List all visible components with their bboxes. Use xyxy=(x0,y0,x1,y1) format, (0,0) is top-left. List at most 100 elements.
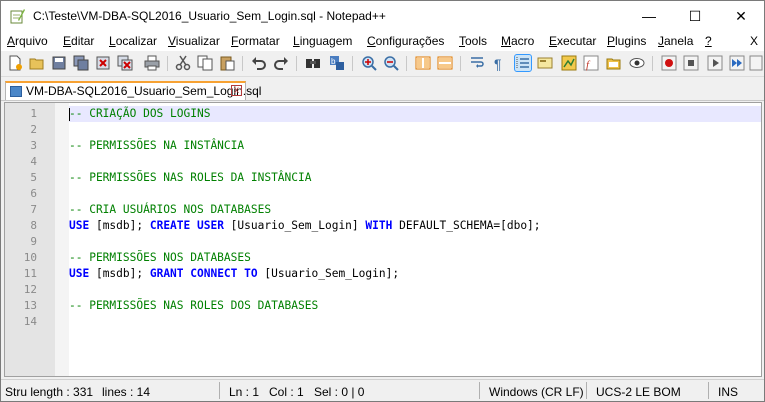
minimize-button[interactable]: — xyxy=(626,1,672,31)
menu-visualizar[interactable]: Visualizar xyxy=(168,34,220,48)
line-number: 11 xyxy=(23,267,37,280)
line-code[interactable]: -- PERMISSÕES NA INSTÂNCIA xyxy=(69,138,761,154)
sql-comment: -- PERMISSÕES NOS DATABASES xyxy=(69,251,251,264)
menu-configuracoes[interactable]: Configurações xyxy=(367,34,444,48)
line-code[interactable]: -- CRIA USUÁRIOS NOS DATABASES xyxy=(69,202,761,218)
status-eol[interactable]: Windows (CR LF) xyxy=(489,385,584,399)
editor-area[interactable]: 1 -- CRIAÇÃO DOS LOGINS 2 3 -- PERMISSÕES NA… xyxy=(4,102,762,377)
close-document-button[interactable]: X xyxy=(750,34,758,48)
menu-editar[interactable]: Editar xyxy=(63,34,94,48)
menu-help[interactable]: ? xyxy=(705,34,712,48)
tab-label: VM-DBA-SQL2016_Usuario_Sem_Login.sql xyxy=(26,84,262,98)
menu-localizar[interactable]: Localizar xyxy=(109,34,157,48)
save-all-icon[interactable] xyxy=(73,55,89,71)
code-line[interactable]: 8 USE [msdb]; CREATE USER [Usuario_Sem_Lo… xyxy=(5,218,761,234)
window-title: C:\Teste\VM-DBA-SQL2016_Usuario_Sem_Logi… xyxy=(33,9,386,23)
document-tab[interactable]: VM-DBA-SQL2016_Usuario_Sem_Login.sql x xyxy=(5,81,261,100)
code-line[interactable]: 6 xyxy=(5,186,761,202)
open-file-icon[interactable] xyxy=(29,55,45,71)
line-code[interactable]: USE [msdb]; GRANT CONNECT TO [Usuario_Se… xyxy=(69,266,761,282)
code-line[interactable]: 5 -- PERMISSÕES NAS ROLES DA INSTÂNCIA xyxy=(5,170,761,186)
code-line[interactable]: 11 USE [msdb]; GRANT CONNECT TO [Usuario_… xyxy=(5,266,761,282)
menu-formatar[interactable]: Formatar xyxy=(231,34,280,48)
run-macro-multiple-icon[interactable] xyxy=(729,55,745,71)
user-language-icon[interactable] xyxy=(537,55,553,71)
save-macro-icon[interactable] xyxy=(749,55,763,71)
close-window-button[interactable]: ✕ xyxy=(718,1,764,31)
code-line[interactable]: 4 xyxy=(5,154,761,170)
line-code[interactable]: -- CRIAÇÃO DOS LOGINS xyxy=(69,106,761,122)
menu-linguagem[interactable]: Linguagem xyxy=(293,34,352,48)
status-encoding[interactable]: UCS-2 LE BOM xyxy=(596,385,681,399)
line-code[interactable]: -- PERMISSÕES NOS DATABASES xyxy=(69,250,761,266)
close-icon[interactable] xyxy=(95,55,111,71)
line-code[interactable]: -- PERMISSÕES NAS ROLES DOS DATABASES xyxy=(69,298,761,314)
line-code[interactable] xyxy=(69,282,761,298)
toolbar-separator xyxy=(296,56,297,71)
print-icon[interactable] xyxy=(144,55,160,71)
menu-janela[interactable]: Janela xyxy=(658,34,693,48)
code-line[interactable]: 1 -- CRIAÇÃO DOS LOGINS xyxy=(5,106,761,122)
doc-map-icon[interactable] xyxy=(561,55,577,71)
monitoring-icon[interactable] xyxy=(629,55,645,71)
redo-icon[interactable] xyxy=(273,55,289,71)
sync-vertical-icon[interactable] xyxy=(415,55,431,71)
code-line[interactable]: 14 xyxy=(5,314,761,330)
sql-text: DEFAULT_SCHEMA=[dbo]; xyxy=(392,219,541,232)
record-macro-icon[interactable] xyxy=(661,55,677,71)
line-code[interactable] xyxy=(69,154,761,170)
line-code[interactable] xyxy=(69,314,761,330)
code-line[interactable]: 7 -- CRIA USUÁRIOS NOS DATABASES xyxy=(5,202,761,218)
cut-icon[interactable] xyxy=(175,55,191,71)
indent-guide-icon[interactable] xyxy=(514,54,532,72)
function-list-icon[interactable]: f xyxy=(583,55,599,71)
copy-icon[interactable] xyxy=(197,55,213,71)
sync-horizontal-icon[interactable] xyxy=(437,55,453,71)
code-line[interactable]: 3 -- PERMISSÕES NA INSTÂNCIA xyxy=(5,138,761,154)
code-line[interactable]: 9 xyxy=(5,234,761,250)
minimize-icon: — xyxy=(642,8,656,24)
menu-macro[interactable]: Macro xyxy=(501,34,534,48)
undo-icon[interactable] xyxy=(251,55,267,71)
code-line[interactable]: 2 xyxy=(5,122,761,138)
menu-arquivo[interactable]: Arquivo xyxy=(7,34,48,48)
play-macro-icon[interactable] xyxy=(707,55,723,71)
find-icon[interactable] xyxy=(305,55,321,71)
line-code[interactable] xyxy=(69,122,761,138)
new-file-icon[interactable] xyxy=(7,55,23,71)
line-code[interactable]: USE [msdb]; CREATE USER [Usuario_Sem_Log… xyxy=(69,218,761,234)
status-lines: lines : 14 xyxy=(102,385,151,399)
sql-keyword: USE xyxy=(69,267,90,280)
toolbar-separator xyxy=(167,56,168,71)
save-icon[interactable] xyxy=(51,55,67,71)
title-bar[interactable]: C:\Teste\VM-DBA-SQL2016_Usuario_Sem_Logi… xyxy=(1,1,764,31)
status-col: Col : 1 xyxy=(269,385,304,399)
folder-as-workspace-icon[interactable] xyxy=(606,55,622,71)
line-code[interactable] xyxy=(69,234,761,250)
zoom-in-icon[interactable] xyxy=(361,55,377,71)
code-lines[interactable]: 1 -- CRIAÇÃO DOS LOGINS 2 3 -- PERMISSÕES NA… xyxy=(5,106,761,330)
status-separator xyxy=(586,382,587,399)
line-number: 14 xyxy=(23,315,37,328)
menu-executar[interactable]: Executar xyxy=(549,34,596,48)
menu-bar: Arquivo Editar Localizar Visualizar Form… xyxy=(1,31,764,51)
show-all-chars-icon[interactable]: ¶ xyxy=(491,55,507,71)
line-number: 13 xyxy=(23,299,37,312)
line-code[interactable]: -- PERMISSÕES NAS ROLES DA INSTÂNCIA xyxy=(69,170,761,186)
stop-record-icon[interactable] xyxy=(683,55,699,71)
notepadpp-app-icon xyxy=(10,9,25,24)
code-line[interactable]: 10 -- PERMISSÕES NOS DATABASES xyxy=(5,250,761,266)
zoom-out-icon[interactable] xyxy=(383,55,399,71)
code-line[interactable]: 12 xyxy=(5,282,761,298)
paste-icon[interactable] xyxy=(219,55,235,71)
status-sel: Sel : 0 | 0 xyxy=(314,385,365,399)
replace-icon[interactable]: b xyxy=(329,55,345,71)
close-all-icon[interactable] xyxy=(117,55,133,71)
maximize-button[interactable]: ☐ xyxy=(672,1,718,31)
tab-close-icon[interactable]: x xyxy=(231,85,242,96)
menu-plugins[interactable]: Plugins xyxy=(607,34,646,48)
code-line[interactable]: 13 -- PERMISSÕES NAS ROLES DOS DATABASES xyxy=(5,298,761,314)
word-wrap-icon[interactable] xyxy=(469,55,485,71)
menu-tools[interactable]: Tools xyxy=(459,34,487,48)
line-code[interactable] xyxy=(69,186,761,202)
